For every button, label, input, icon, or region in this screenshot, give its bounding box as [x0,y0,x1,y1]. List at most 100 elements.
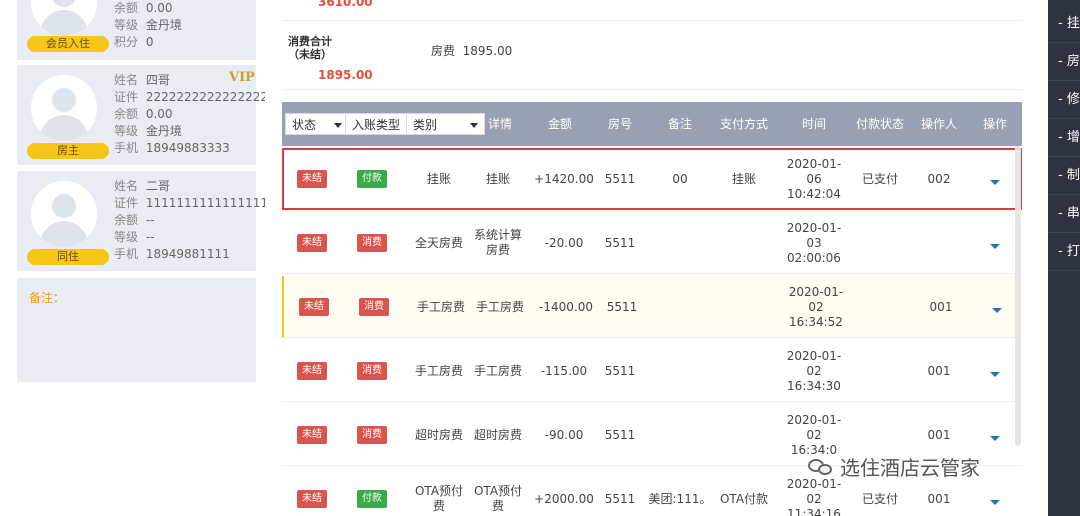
column-header: 备注 [667,117,692,131]
room-text: 5511 [604,235,636,250]
pay-method-cell [714,404,774,466]
summary-total: 1895.00 [318,68,373,82]
time-line: 2020-01- [786,220,842,235]
note-text: 美团:111。 [648,491,712,506]
amount-cell: -90.00 [534,404,594,466]
operator-text: 001 [927,491,951,506]
menu-item[interactable]: - 串 [1048,195,1080,233]
category-filter-select[interactable]: 类别 [406,113,485,135]
guest-card[interactable]: 姓名 二哥 证件 111111111111111111 余额 -- 等级 -- … [17,171,283,271]
table-row[interactable]: 未结 付款 挂账 挂账 +1420.00 5511 00 挂账 2020-01- 06 10:42:… [282,148,1022,210]
guest-card[interactable]: VIP 姓名 四哥 证件 222222222222222222 余额 0.00 … [17,65,283,165]
type-cell: 付款 [352,468,392,516]
row-actions-dropdown[interactable] [975,404,1015,466]
row-actions-dropdown[interactable] [975,468,1015,516]
menu-item[interactable]: - 增 [1048,119,1080,157]
menu-item[interactable]: - 修 [1048,81,1080,119]
row-actions-dropdown[interactable] [975,340,1015,402]
menu-item[interactable]: - 制 [1048,157,1080,195]
pay-status-cell: 已支付 [850,148,910,210]
type-badge: 付款 [357,490,387,508]
room-cell: 5511 [602,276,642,338]
type-cell: 消费 [354,276,394,338]
room-text: 5511 [604,427,636,442]
table-row[interactable]: 未结 消费 手工房费 手工房费 -1400.00 5511 2020-01- 02 16:34:… [282,276,1022,338]
column-header: 房号 [607,117,632,131]
category-text: 全天房费 [414,235,463,250]
status-badge: 未结 [297,490,327,508]
row-actions-dropdown[interactable] [975,148,1015,210]
table-row[interactable]: 未结 消费 全天房费 系统计算房费 -20.00 5511 2020-01- 03 02:00:… [282,212,1022,274]
role-badge: 同住 [27,249,109,265]
detail-text: 挂账 [485,171,510,186]
pay-status-cell [852,276,912,338]
amount-cell: +1420.00 [534,148,594,210]
status-filter-select[interactable]: 状态 [285,113,349,135]
column-header: 支付方式 [719,117,768,131]
time-line: 02 [808,299,824,314]
status-badge: 未结 [297,170,327,188]
pay-status-text: 已支付 [861,491,898,506]
menu-item[interactable]: - 房 [1048,43,1080,81]
pay-method-cell: OTA付款 [714,468,774,516]
watermark: 选住酒店云管家 [808,452,980,481]
summary-detail: 房费 1895.00 [431,44,513,58]
detail-cell: OTA预付费 [468,468,528,516]
status-cell: 未结 [292,148,332,210]
category-text: OTA预付费 [414,484,464,513]
amount-cell: -20.00 [534,212,594,274]
note-cell: 美团:111。 [648,468,712,516]
pay-status-cell [850,340,910,402]
room-cell: 5511 [600,468,640,516]
info-row: 余额 0.00 [114,1,173,15]
room-cell: 5511 [600,148,640,210]
room-cell: 5511 [600,212,640,274]
chevron-down-icon [334,123,342,128]
category-text: 手工房费 [414,363,463,378]
detail-cell: 超时房费 [468,404,528,466]
detail-cell: 挂账 [468,148,528,210]
type-cell: 消费 [352,212,392,274]
column-header: 详情 [487,117,512,131]
scrollbar[interactable] [1015,146,1021,446]
time-line: 16:34:52 [789,314,843,329]
type-badge: 消费 [357,362,387,380]
time-cell: 2020-01- 06 10:42:04 [784,148,844,210]
menu-item[interactable]: - 打 [1048,233,1080,271]
row-actions-dropdown[interactable] [975,212,1015,274]
detail-text: 手工房费 [473,363,522,378]
time-line: 2020-01- [788,284,844,299]
detail-cell: 手工房费 [470,276,530,338]
time-line: 02 [806,363,822,378]
note-cell [648,404,712,466]
amount-text: -90.00 [544,427,584,442]
status-badge: 未结 [297,234,327,252]
row-actions-dropdown[interactable] [977,276,1017,338]
guest-card[interactable]: 余额 0.00 等级 金丹境 积分 0 会员入住 [17,0,256,60]
amount-text: -1400.00 [539,299,593,314]
time-line: 2020-01- [786,156,842,171]
time-line: 16:34:30 [787,378,841,393]
menu-item[interactable]: - 挂 [1048,5,1080,43]
type-badge: 消费 [357,234,387,252]
column-header: 操作 [982,117,1007,131]
status-cell: 未结 [292,404,332,466]
entry-type-filter-select[interactable]: 入账类型 [345,113,407,135]
amount-text: +1420.00 [534,171,594,186]
detail-cell: 手工房费 [468,340,528,402]
note-cell [648,340,712,402]
operator-text: 002 [927,171,951,186]
remark-box[interactable]: 备注： [17,278,256,382]
operator-cell: 001 [911,276,971,338]
status-badge: 未结 [297,426,327,444]
amount-text: +2000.00 [534,491,594,506]
caret-down-icon [990,179,1000,185]
divider [283,89,1023,90]
time-line: 03 [806,235,822,250]
main-content: 3610.00 消费合计（未结） 房费 1895.00 1895.00 状态 入… [265,0,1048,516]
operator-cell [909,212,969,274]
role-badge: 房主 [27,143,109,159]
status-badge: 未结 [299,298,329,316]
time-line: 02 [806,427,822,442]
table-row[interactable]: 未结 消费 手工房费 手工房费 -115.00 5511 2020-01- 02 16:34:3… [282,340,1022,402]
